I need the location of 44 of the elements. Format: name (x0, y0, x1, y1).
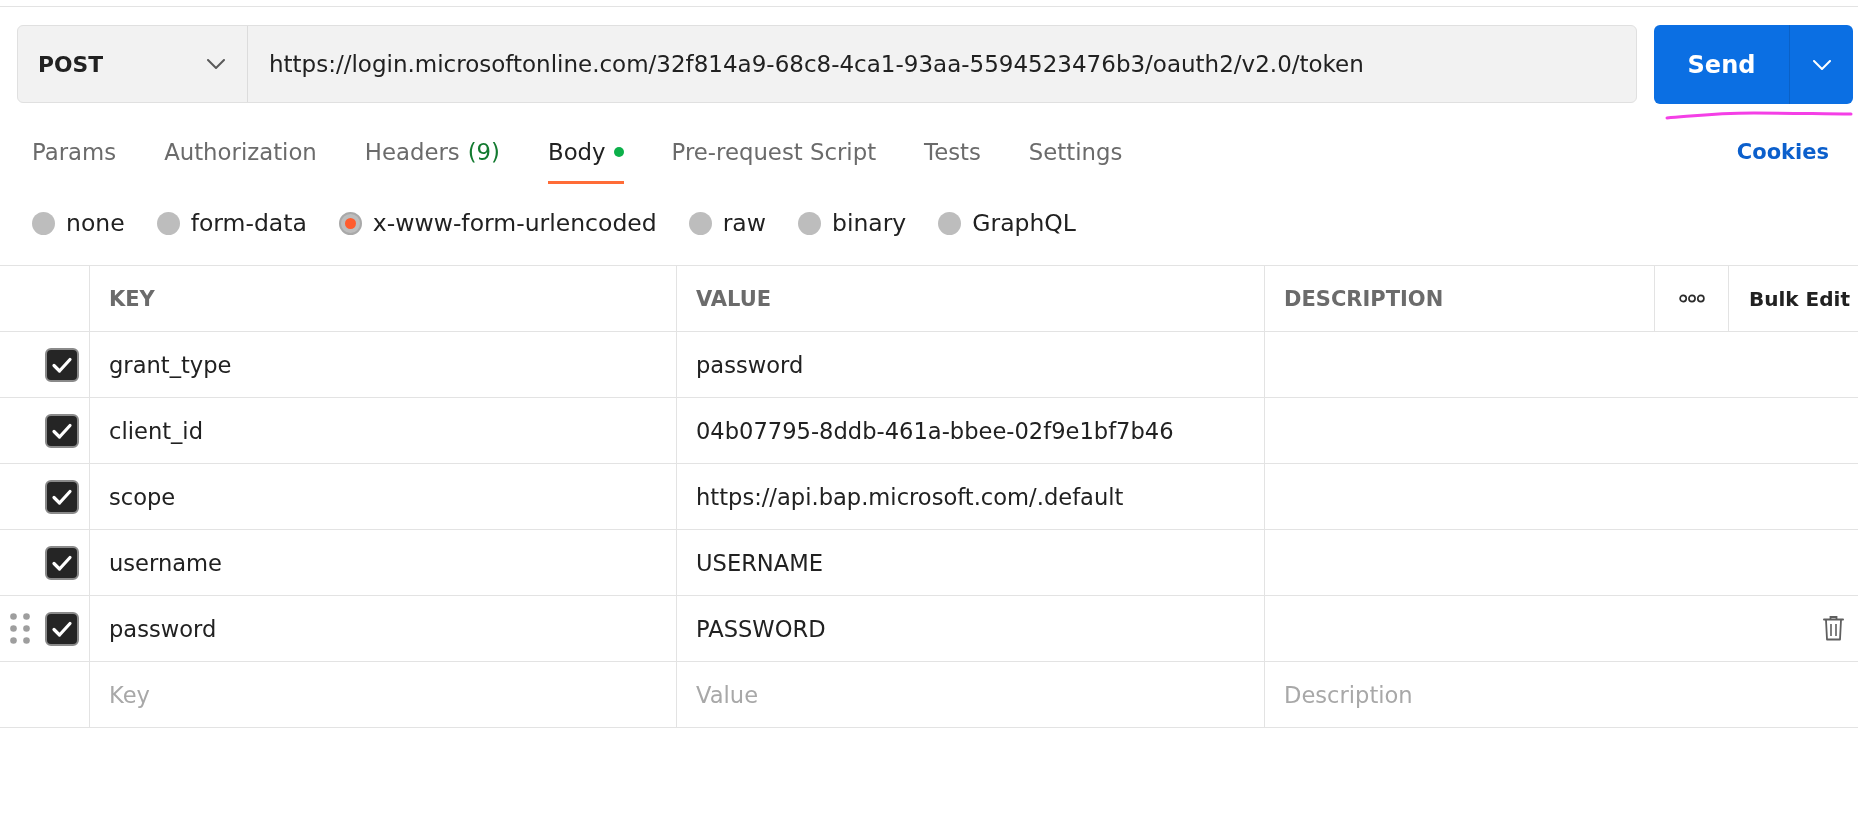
url-field[interactable]: https://login.microsoftonline.com/32f814a9-68c8-4ca1-93aa-5594523476b3/oauth2/v2.0/token (248, 26, 1636, 102)
tab[interactable]: Params (32, 121, 117, 184)
tab[interactable]: Settings (1028, 121, 1123, 184)
value-cell: password (676, 332, 1264, 397)
key-cell: username (89, 530, 676, 595)
value-cell: USERNAME (676, 530, 1264, 595)
caret-icon (1812, 59, 1831, 70)
body-type-option[interactable]: x-www-form-urlencoded (338, 210, 657, 236)
checkbox[interactable] (45, 545, 79, 580)
key-cell: grant_type (89, 332, 676, 397)
checkbox[interactable] (45, 413, 79, 448)
value-input-field[interactable]: Value (676, 662, 1264, 727)
tab[interactable]: Pre-request Script (671, 121, 877, 184)
description-input-field[interactable]: Description (1264, 662, 1858, 727)
cookies-link[interactable]: Cookies (1736, 121, 1829, 184)
value-cell: 04b07795-8ddb-461a-bbee-02f9e1bf7b46 (676, 398, 1264, 463)
checkbox[interactable] (45, 611, 79, 646)
value-cell: PASSWORD (676, 596, 1264, 661)
key-cell: scope (89, 464, 676, 529)
key-input-field[interactable]: Key (89, 662, 676, 727)
value-cell: https://api.bap.microsoft.com/.default (676, 464, 1264, 529)
body-type-option[interactable]: GraphQL (938, 210, 1076, 236)
tab[interactable]: Headers (9) (364, 121, 500, 184)
send-button[interactable]: Send (1654, 25, 1789, 104)
bulk-edit-button[interactable]: Bulk Edit (1749, 286, 1850, 311)
key-cell: client_id (89, 398, 676, 463)
body-type-option[interactable]: form-data (156, 210, 307, 236)
tab[interactable]: Authorization (164, 121, 317, 184)
method-dropdown[interactable]: POST (18, 26, 248, 102)
trash-icon[interactable] (1823, 616, 1844, 641)
tab[interactable]: Body (548, 121, 624, 184)
body-type-option[interactable]: raw (688, 210, 766, 236)
caret-icon (207, 59, 225, 69)
checkbox[interactable] (45, 479, 79, 514)
key-cell: password (89, 596, 676, 661)
column-header: KEY (89, 266, 676, 331)
drag-handle-icon[interactable] (10, 613, 30, 644)
column-header: VALUE (676, 266, 1264, 331)
body-type-option[interactable]: none (32, 210, 125, 236)
body-type-option[interactable]: binary (797, 210, 907, 236)
tab[interactable]: Tests (924, 121, 981, 184)
column-header: DESCRIPTION (1264, 266, 1654, 331)
more-icon[interactable] (1678, 294, 1705, 303)
checkbox[interactable] (45, 347, 79, 382)
